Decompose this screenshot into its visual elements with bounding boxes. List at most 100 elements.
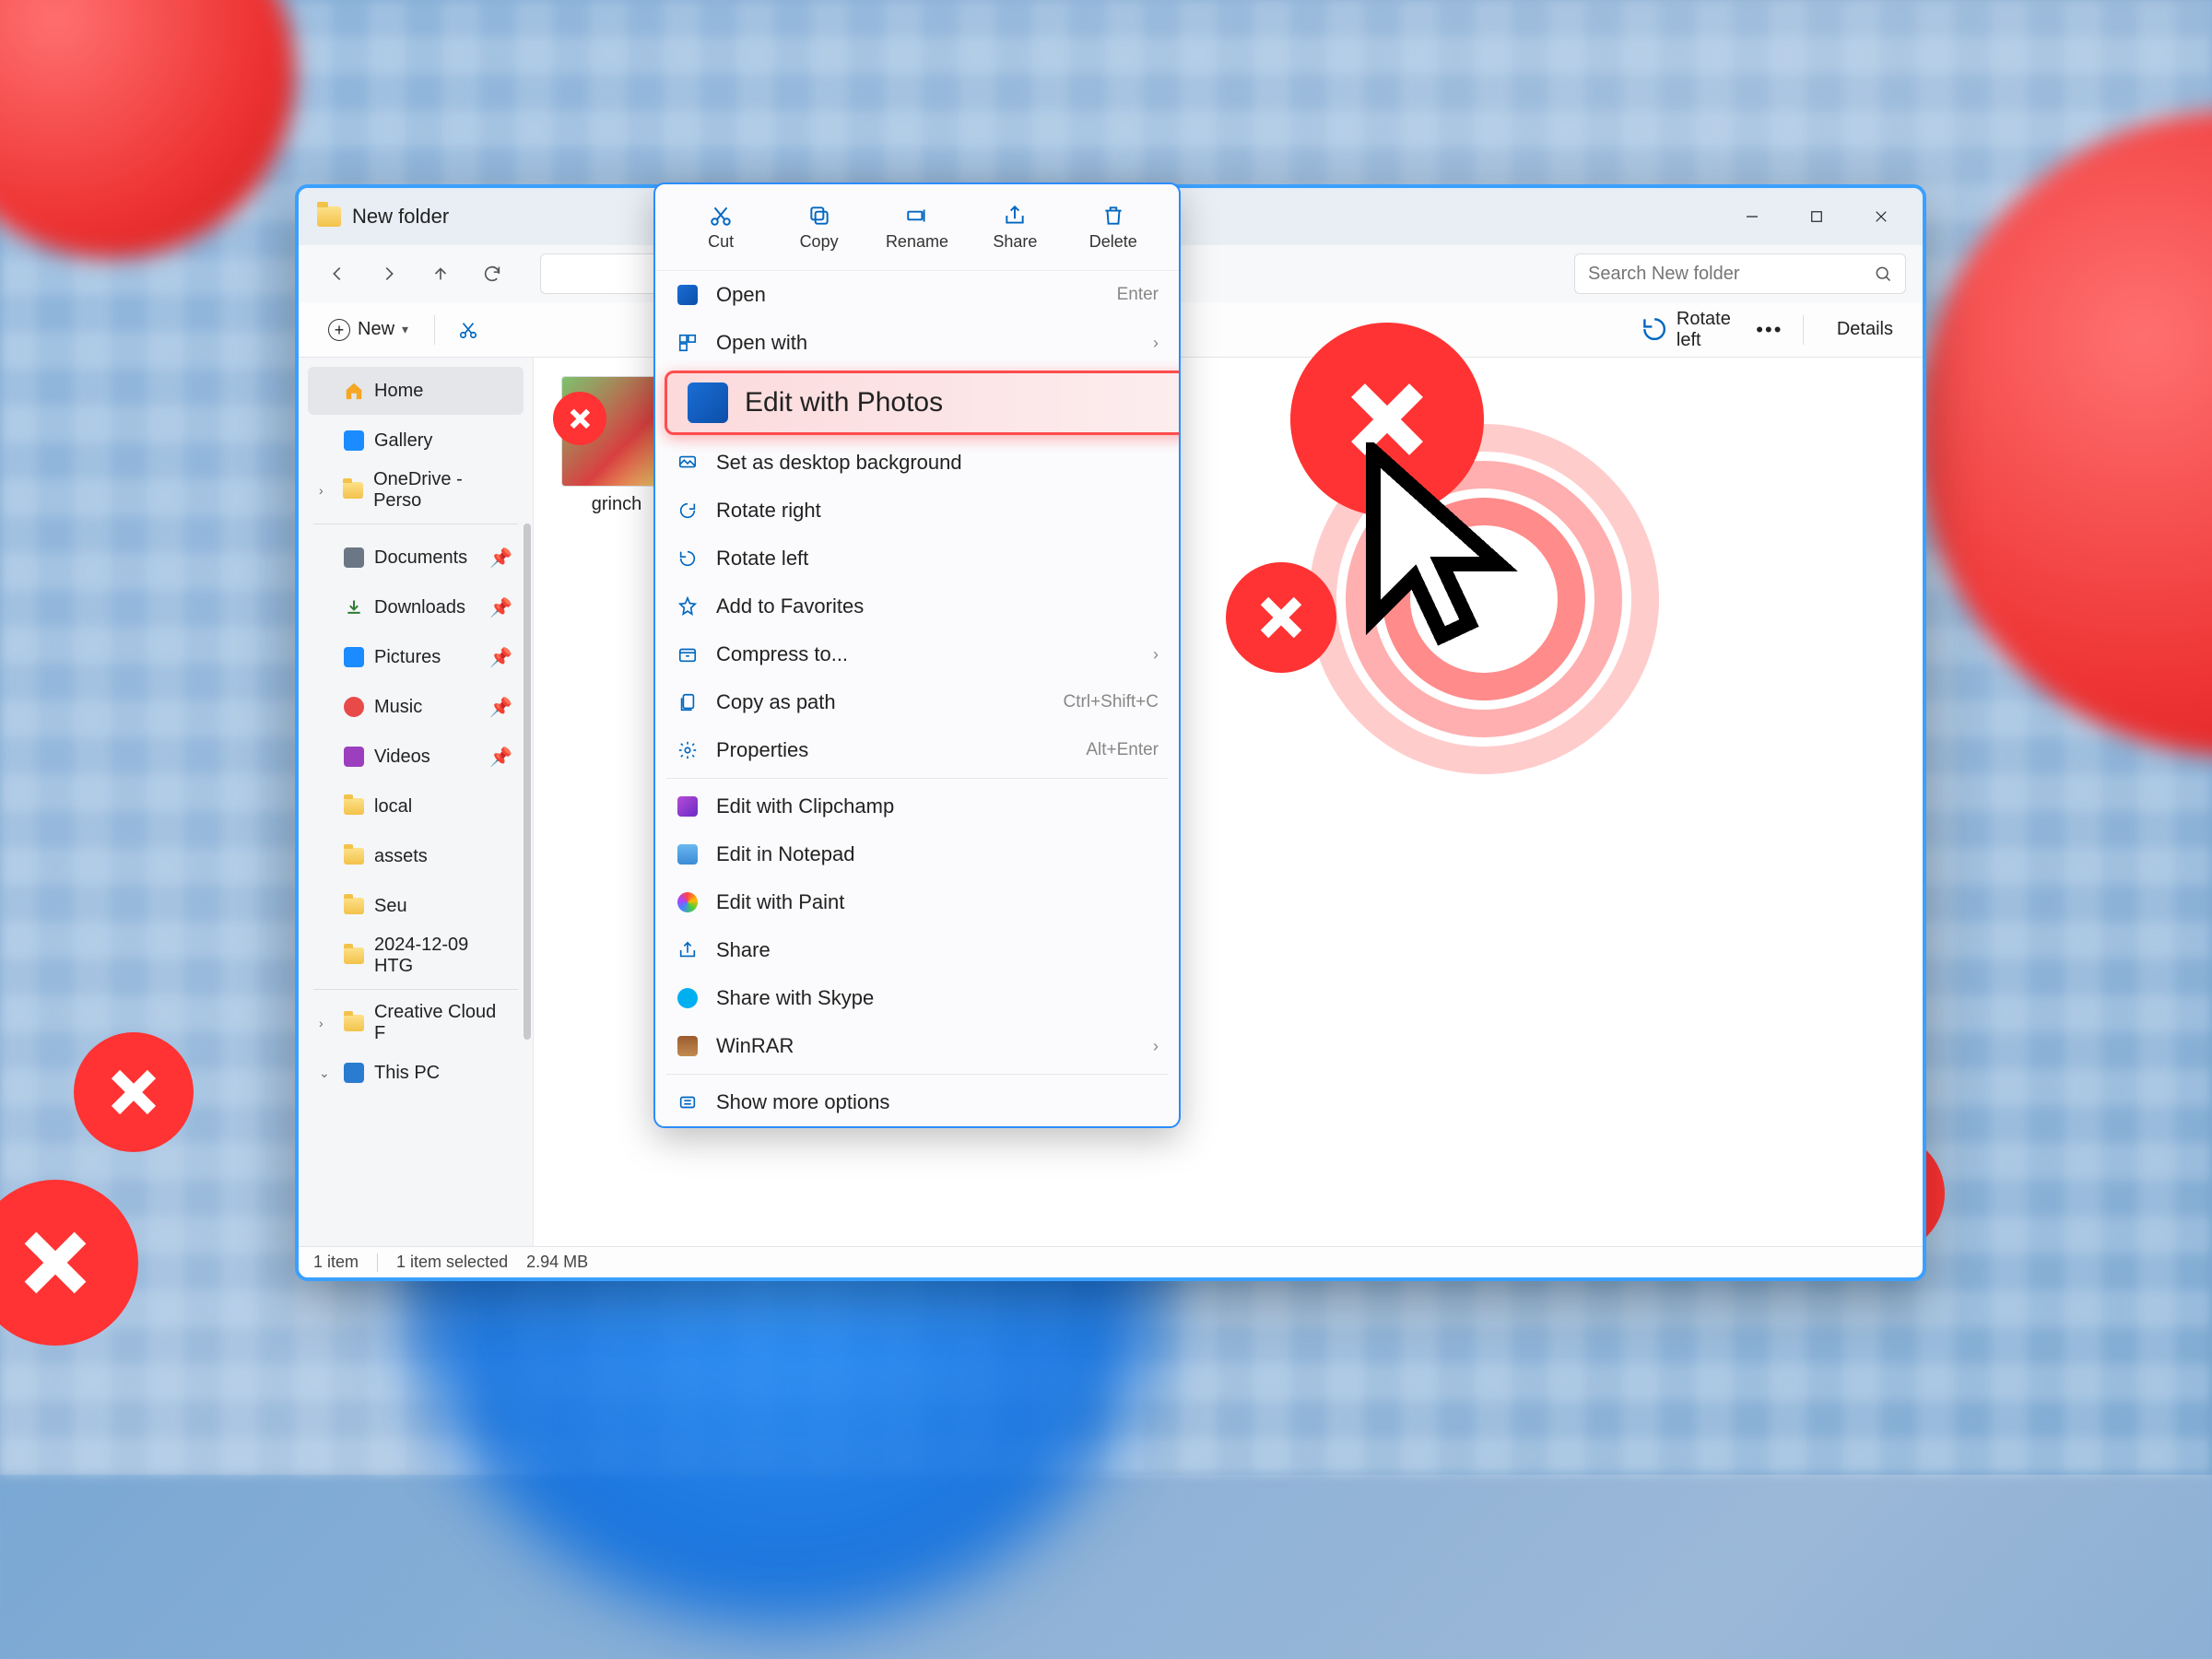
- more-button[interactable]: •••: [1749, 310, 1790, 350]
- search-icon: [1874, 265, 1892, 283]
- trash-icon: [1100, 203, 1126, 229]
- sidebar-item-downloads[interactable]: Downloads 📌: [308, 583, 524, 631]
- sidebar: Home Gallery › OneDrive - Perso Document…: [299, 358, 534, 1246]
- rotate-right-icon: [676, 499, 700, 523]
- cut-button[interactable]: [448, 310, 488, 350]
- ctx-skype[interactable]: Share with Skype: [655, 974, 1179, 1022]
- star-icon: [676, 594, 700, 618]
- sidebar-item-documents[interactable]: Documents 📌: [308, 534, 524, 582]
- ctx-compress[interactable]: Compress to...›: [655, 630, 1179, 678]
- close-button[interactable]: [1849, 194, 1913, 240]
- chevron-right-icon: ›: [1153, 645, 1159, 665]
- status-selected: 1 item selected: [396, 1253, 508, 1272]
- error-badge-icon: [1290, 323, 1484, 516]
- sidebar-item-pictures[interactable]: Pictures 📌: [308, 633, 524, 681]
- pin-icon: 📌: [489, 646, 512, 669]
- sidebar-item-seu[interactable]: Seu: [308, 882, 524, 930]
- pictures-icon: [343, 646, 365, 668]
- plus-circle-icon: +: [328, 319, 350, 341]
- folder-icon: [343, 479, 364, 501]
- rotate-left-icon: [1640, 314, 1669, 344]
- ctx-favorites[interactable]: Add to Favorites: [655, 582, 1179, 630]
- ctx-open-with[interactable]: Open with›: [655, 319, 1179, 367]
- rotate-left-button[interactable]: Rotate left: [1627, 310, 1744, 350]
- home-icon: [343, 380, 365, 402]
- ctx-delete-button[interactable]: Delete: [1072, 203, 1155, 252]
- open-with-icon: [676, 331, 700, 355]
- sidebar-item-onedrive[interactable]: › OneDrive - Perso: [308, 466, 524, 514]
- pin-icon: 📌: [489, 596, 512, 619]
- ctx-properties[interactable]: PropertiesAlt+Enter: [655, 726, 1179, 774]
- up-button[interactable]: [418, 252, 463, 296]
- forward-button[interactable]: [367, 252, 411, 296]
- sidebar-item-home[interactable]: Home: [308, 367, 524, 415]
- sidebar-item-thispc[interactable]: ⌄This PC: [308, 1049, 524, 1097]
- chevron-down-icon: ▾: [402, 322, 408, 337]
- pc-icon: [343, 1062, 365, 1084]
- ctx-edit-photos[interactable]: Edit with Photos: [665, 371, 1181, 435]
- search-input[interactable]: [1588, 264, 1874, 285]
- statusbar: 1 item 1 item selected 2.94 MB: [299, 1246, 1923, 1277]
- sidebar-item-assets[interactable]: assets: [308, 832, 524, 880]
- scrollbar[interactable]: [524, 524, 531, 1040]
- ctx-paint[interactable]: Edit with Paint: [655, 878, 1179, 926]
- error-badge-icon: [553, 392, 606, 445]
- ctx-set-background[interactable]: Set as desktop background: [655, 439, 1179, 487]
- ctx-winrar[interactable]: WinRAR›: [655, 1022, 1179, 1070]
- scissors-icon: [708, 203, 734, 229]
- error-badge-icon: [74, 1032, 194, 1152]
- download-icon: [343, 596, 365, 618]
- sidebar-item-creative[interactable]: ›Creative Cloud F: [308, 999, 524, 1047]
- rename-icon: [904, 203, 930, 229]
- ctx-cut-button[interactable]: Cut: [679, 203, 762, 252]
- photos-icon: [676, 283, 700, 307]
- document-icon: [343, 547, 365, 569]
- maximize-button[interactable]: [1784, 194, 1849, 240]
- rotate-left-icon: [676, 547, 700, 571]
- chevron-right-icon: ›: [319, 1016, 334, 1030]
- chevron-right-icon: ›: [1153, 334, 1159, 353]
- more-icon: [676, 1090, 700, 1114]
- sidebar-item-dated[interactable]: 2024-12-09 HTG: [308, 932, 524, 980]
- ctx-share-button[interactable]: Share: [973, 203, 1056, 252]
- new-button[interactable]: + New ▾: [315, 310, 421, 350]
- ctx-share[interactable]: Share: [655, 926, 1179, 974]
- ctx-copy-button[interactable]: Copy: [778, 203, 861, 252]
- ctx-clipchamp[interactable]: Edit with Clipchamp: [655, 782, 1179, 830]
- search-box[interactable]: [1574, 253, 1906, 294]
- archive-icon: [676, 642, 700, 666]
- refresh-button[interactable]: [470, 252, 514, 296]
- music-icon: [343, 696, 365, 718]
- paint-icon: [676, 890, 700, 914]
- wallpaper-icon: [676, 451, 700, 475]
- status-size: 2.94 MB: [526, 1253, 588, 1272]
- ctx-rotate-left[interactable]: Rotate left: [655, 535, 1179, 582]
- pin-icon: 📌: [489, 746, 512, 769]
- back-button[interactable]: [315, 252, 359, 296]
- ctx-copy-path[interactable]: Copy as pathCtrl+Shift+C: [655, 678, 1179, 726]
- context-menu: Cut Copy Rename Share Delete OpenEnter O…: [653, 182, 1181, 1128]
- notepad-icon: [676, 842, 700, 866]
- ctx-rename-button[interactable]: Rename: [876, 203, 959, 252]
- details-button[interactable]: Details: [1817, 310, 1906, 350]
- minimize-button[interactable]: [1720, 194, 1784, 240]
- ctx-open[interactable]: OpenEnter: [655, 271, 1179, 319]
- ctx-more-options[interactable]: Show more options: [655, 1078, 1179, 1126]
- pin-icon: 📌: [489, 547, 512, 570]
- sidebar-item-gallery[interactable]: Gallery: [308, 417, 524, 465]
- chevron-right-icon: ›: [1153, 1037, 1159, 1056]
- photos-app-icon: [688, 382, 728, 423]
- gear-icon: [676, 738, 700, 762]
- error-badge-icon: [1226, 562, 1336, 673]
- ctx-rotate-right[interactable]: Rotate right: [655, 487, 1179, 535]
- winrar-icon: [676, 1034, 700, 1058]
- copy-icon: [806, 203, 832, 229]
- sidebar-item-videos[interactable]: Videos 📌: [308, 733, 524, 781]
- chevron-down-icon: ⌄: [319, 1065, 334, 1081]
- sidebar-item-local[interactable]: local: [308, 782, 524, 830]
- ctx-notepad[interactable]: Edit in Notepad: [655, 830, 1179, 878]
- gallery-icon: [343, 429, 365, 452]
- share-icon: [1002, 203, 1028, 229]
- sidebar-item-music[interactable]: Music 📌: [308, 683, 524, 731]
- share-icon: [676, 938, 700, 962]
